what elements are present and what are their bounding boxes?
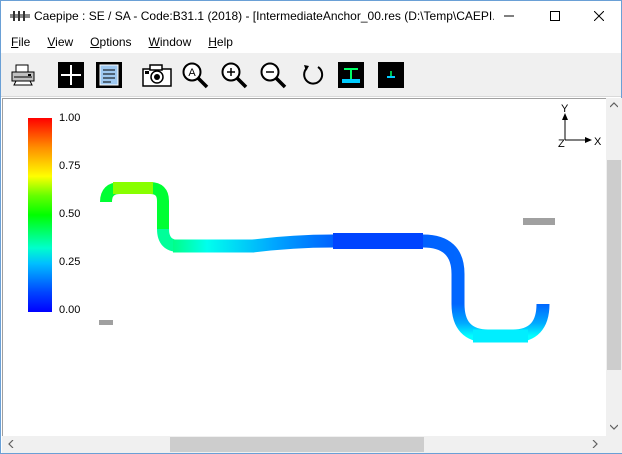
print-button[interactable] [9, 61, 37, 89]
list-icon [96, 62, 122, 88]
pipe-top-loop [100, 182, 169, 229]
scroll-right-icon[interactable] [592, 440, 598, 448]
zoom-in-button[interactable] [220, 61, 248, 89]
close-button[interactable] [576, 1, 622, 31]
rotate-button[interactable] [299, 61, 327, 89]
menu-view-rest: iew [55, 35, 74, 49]
crosshair-icon [58, 62, 84, 88]
results-canvas[interactable]: 1.00 0.75 0.50 0.25 0.00 Y Z X [2, 98, 606, 436]
anchor-left [99, 320, 113, 325]
horizontal-scroll-thumb[interactable] [170, 437, 424, 452]
scrollbar-corner [606, 436, 622, 453]
app-window: Caepipe : SE / SA - Code:B31.1 (2018) - … [0, 0, 622, 454]
zoom-out-icon [260, 62, 287, 89]
rotate-icon [303, 65, 324, 85]
horizontal-scrollbar[interactable] [2, 436, 606, 453]
maximize-icon [550, 11, 560, 21]
zoom-in-icon [221, 62, 248, 89]
menu-file[interactable]: File [1, 32, 37, 52]
scroll-up-icon[interactable] [610, 102, 618, 108]
support-icon [338, 62, 364, 88]
menu-options-accel: O [90, 35, 100, 49]
axis-y-label: Y [561, 103, 569, 115]
menu-help[interactable]: Help [198, 32, 240, 52]
scroll-left-icon[interactable] [8, 440, 14, 448]
printer-icon [11, 64, 35, 86]
anchor-view-button[interactable] [377, 61, 405, 89]
menu-file-rest: ile [18, 35, 31, 49]
vertical-scrollbar[interactable] [606, 98, 622, 436]
minimize-button[interactable] [486, 1, 532, 31]
zoom-all-glyph: A [188, 67, 196, 79]
anchor-right [523, 218, 555, 225]
zoom-all-icon: A [182, 62, 209, 89]
axis-x-label: X [594, 136, 602, 148]
scroll-down-icon[interactable] [610, 424, 618, 430]
menu-window-accel: W [148, 35, 160, 49]
toolbar: A [1, 53, 621, 97]
axis-triad: Y Z X [558, 103, 602, 150]
camera-button[interactable] [141, 61, 173, 89]
zoom-out-button[interactable] [259, 61, 287, 89]
anchor-icon [378, 62, 404, 88]
axis-z-label: Z [558, 138, 565, 150]
menu-view[interactable]: View [37, 32, 80, 52]
minimize-icon [504, 15, 514, 17]
camera-icon [142, 64, 172, 87]
zoom-all-button[interactable]: A [181, 61, 209, 89]
list-button[interactable] [95, 61, 123, 89]
vertical-scroll-thumb[interactable] [607, 160, 621, 370]
maximize-button[interactable] [532, 1, 578, 31]
support-view-button[interactable] [337, 61, 365, 89]
menu-help-rest: elp [216, 35, 233, 49]
menu-view-accel: V [47, 35, 56, 49]
menu-options-rest: ptions [99, 35, 132, 49]
piping-model: Y Z X [99, 103, 602, 343]
menu-options[interactable]: Options [80, 32, 138, 52]
app-icon [10, 11, 30, 21]
window-title: Caepipe : SE / SA - Code:B31.1 (2018) - … [34, 9, 494, 23]
crosshair-button[interactable] [57, 61, 85, 89]
pipe-main-run [173, 234, 465, 304]
menu-help-accel: H [208, 35, 217, 49]
menu-window[interactable]: Window [139, 32, 199, 52]
close-icon [594, 11, 604, 21]
menu-window-rest: indow [159, 35, 192, 49]
title-bar: Caepipe : SE / SA - Code:B31.1 (2018) - … [1, 1, 621, 32]
menu-bar: File View Options Window Help [1, 32, 621, 52]
